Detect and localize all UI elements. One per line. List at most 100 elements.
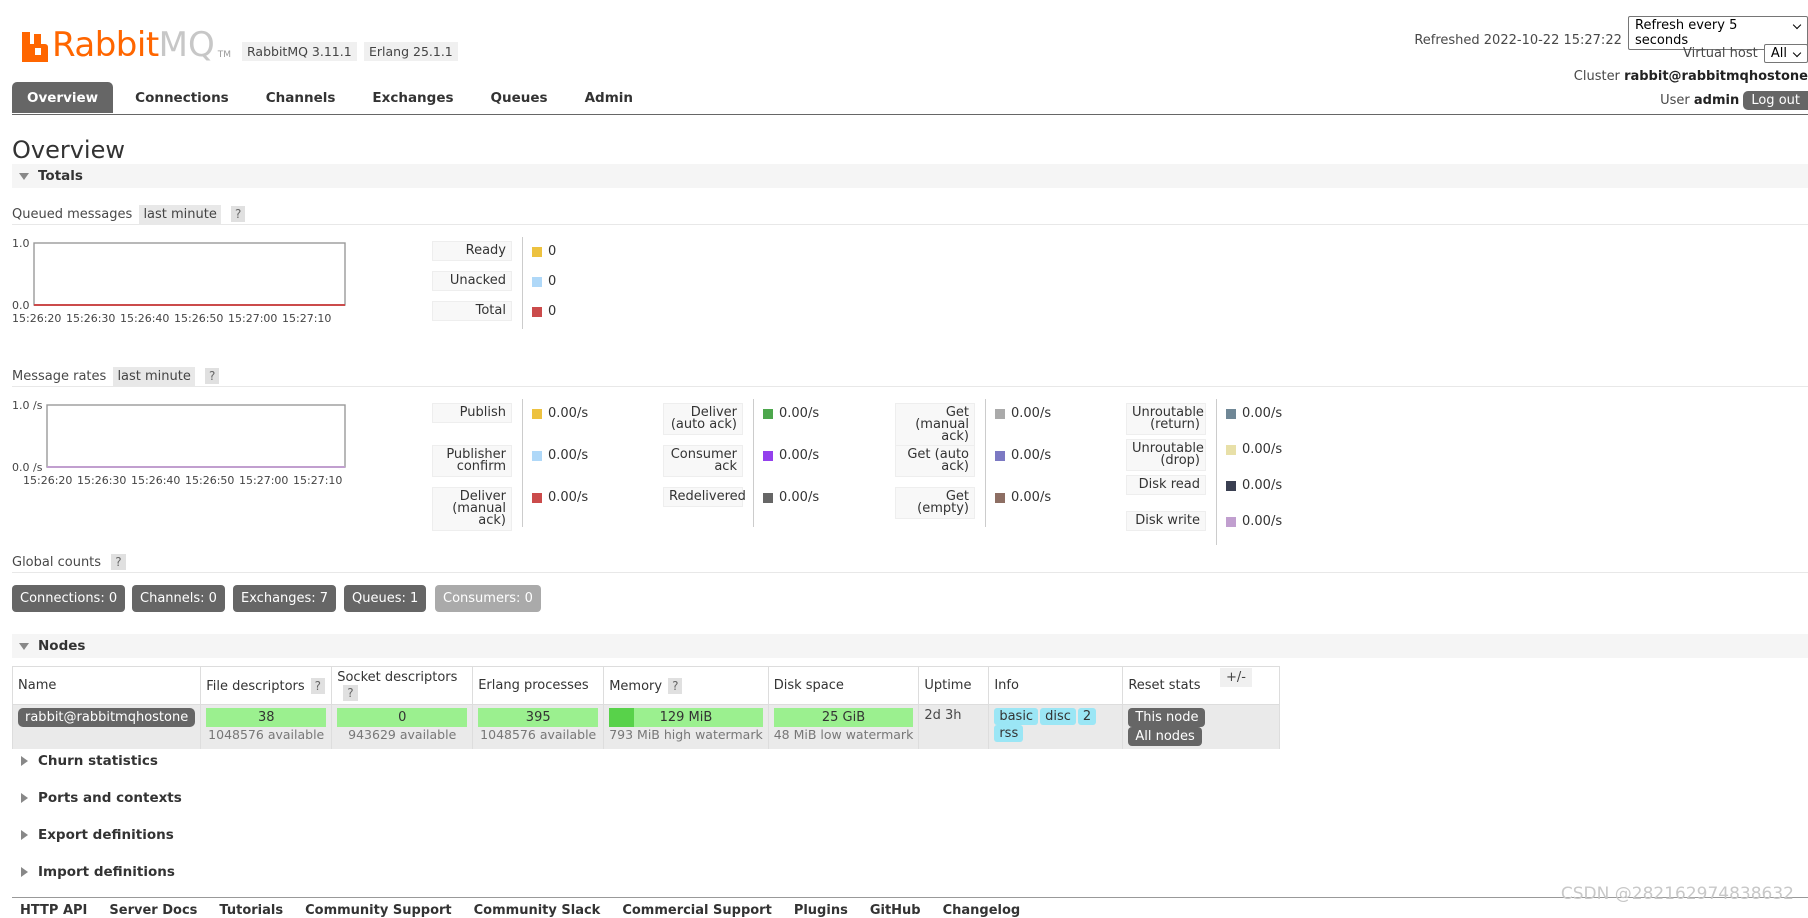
rabbit-logo-icon	[22, 32, 48, 62]
queued-messages-header: Queued messages last minute ?	[12, 205, 246, 224]
y-tick-label: 1.0 /s	[12, 400, 43, 412]
legend-value: 0	[532, 244, 556, 259]
tab-admin[interactable]: Admin	[570, 82, 648, 113]
tab-connections[interactable]: Connections	[120, 82, 244, 113]
fd-available: 1048576 available	[208, 727, 325, 742]
legend-swatch	[763, 450, 773, 461]
collapse-icon	[19, 643, 29, 650]
col-name: Name	[11, 666, 202, 705]
x-tick-label: 15:26:50	[174, 312, 223, 325]
cluster-name: rabbit@rabbitmqhostone	[1624, 69, 1808, 84]
legend-label: Get (empty)	[895, 487, 975, 519]
memory-help-button[interactable]: ?	[668, 677, 683, 694]
queued-help-button[interactable]: ?	[231, 206, 246, 222]
memory-bar-fill	[609, 708, 634, 727]
channels-count[interactable]: Channels: 0	[132, 585, 225, 612]
expand-icon	[21, 867, 28, 877]
legend-divider	[522, 237, 523, 329]
user-label: User	[1660, 93, 1690, 108]
vhost-select[interactable]: All	[1763, 44, 1808, 63]
connections-count[interactable]: Connections: 0	[12, 585, 126, 612]
tab-channels[interactable]: Channels	[251, 82, 351, 113]
reset-this-node-button[interactable]: This node	[1128, 708, 1206, 727]
totals-section-header[interactable]: Totals	[12, 164, 1808, 188]
import-definitions-header[interactable]: Import definitions	[12, 860, 1808, 884]
columns-toggle-button[interactable]: +/-	[1220, 668, 1252, 687]
x-tick-label: 15:27:00	[228, 312, 277, 325]
legend-swatch	[1226, 516, 1236, 527]
expand-icon	[21, 756, 28, 766]
legend-label: Ready	[432, 241, 512, 261]
info-tag: disc	[1040, 708, 1076, 725]
message-rates-label: Message rates	[12, 369, 107, 384]
col-uptime: Uptime	[918, 666, 990, 705]
x-tick-label: 15:26:40	[120, 312, 169, 325]
sockets-help-button[interactable]: ?	[343, 685, 358, 701]
queues-count[interactable]: Queues: 1	[344, 585, 427, 612]
chart-plot-area	[46, 404, 346, 468]
global-counts-label: Global counts	[12, 555, 102, 570]
x-tick-label: 15:27:00	[239, 474, 288, 487]
tab-exchanges[interactable]: Exchanges	[357, 82, 468, 113]
memory-watermark: 793 MiB high watermark	[609, 727, 763, 742]
node-name-cell: rabbit@rabbitmqhostone	[11, 704, 202, 750]
nodes-section-header[interactable]: Nodes	[12, 634, 1808, 658]
info-tag: 2	[1077, 708, 1097, 725]
legend-value: 0.00/s	[763, 490, 819, 505]
legend-value: 0.00/s	[763, 406, 819, 421]
x-tick-label: 15:26:30	[66, 312, 115, 325]
node-name-link[interactable]: rabbit@rabbitmqhostone	[18, 708, 196, 727]
user-name: admin	[1693, 93, 1740, 108]
memory-bar: 129 MiB	[609, 708, 763, 727]
legend-label: Disk read	[1126, 475, 1206, 495]
legend-label: Publisher confirm	[432, 445, 512, 477]
consumers-count[interactable]: Consumers: 0	[435, 585, 541, 612]
legend-label: Unroutable (return)	[1126, 403, 1206, 435]
x-tick-label: 15:27:10	[282, 312, 331, 325]
fd-help-button[interactable]: ?	[310, 677, 326, 694]
exchanges-count[interactable]: Exchanges: 7	[233, 585, 337, 612]
reset-cell: This nodeAll nodes	[1122, 704, 1281, 750]
watermark: CSDN @282162974838632	[1560, 884, 1794, 904]
legend-label: Total	[432, 301, 512, 321]
totals-label: Totals	[38, 168, 83, 184]
sockets-bar: 0	[337, 708, 468, 727]
tab-queues[interactable]: Queues	[476, 82, 563, 113]
legend-value: 0.00/s	[1226, 478, 1282, 493]
legend-label: Get (auto ack)	[895, 445, 975, 477]
queued-range-toggle[interactable]: last minute	[139, 205, 221, 224]
nodes-label: Nodes	[38, 638, 86, 654]
rabbitmq-logo: Rabbit MQ TM	[22, 22, 231, 62]
legend-swatch	[763, 492, 773, 503]
refreshed-time: Refreshed 2022-10-22 15:27:22	[1414, 33, 1622, 48]
logout-button[interactable]: Log out	[1743, 91, 1808, 110]
export-definitions-header[interactable]: Export definitions	[12, 823, 1808, 847]
rabbitmq-version: RabbitMQ 3.11.1	[242, 42, 357, 61]
tab-divider	[12, 114, 1808, 115]
reset-all-nodes-button[interactable]: All nodes	[1128, 727, 1202, 746]
x-tick-label: 15:26:20	[12, 312, 61, 325]
legend-swatch	[532, 408, 542, 419]
expand-icon	[21, 830, 28, 840]
info-tag: rss	[994, 725, 1024, 742]
legend-label: Get (manual ack)	[895, 403, 975, 447]
global-help-button[interactable]: ?	[111, 554, 126, 570]
ports-contexts-header[interactable]: Ports and contexts	[12, 786, 1808, 810]
churn-statistics-header[interactable]: Churn statistics	[12, 749, 1808, 773]
col-disk-space: Disk space	[767, 666, 920, 705]
disk-bar: 25 GiB	[773, 708, 914, 727]
divider	[12, 224, 1808, 225]
rates-range-toggle[interactable]: last minute	[113, 367, 195, 386]
user-row: User admin Log out	[1660, 91, 1808, 110]
tab-overview[interactable]: Overview	[12, 82, 114, 113]
divider	[12, 572, 1808, 573]
chart-plot-area	[33, 242, 346, 306]
global-counts-header: Global counts ?	[12, 554, 126, 570]
rates-help-button[interactable]: ?	[205, 368, 220, 384]
expand-icon	[21, 793, 28, 803]
footer-divider	[12, 897, 1808, 898]
fd-bar: 38	[206, 708, 327, 727]
legend-swatch	[532, 492, 542, 503]
legend-swatch	[532, 246, 542, 257]
queued-messages-chart: 1.0 0.015:26:20 15:26:30 15:26:40 15:26:50 15…	[12, 238, 346, 325]
